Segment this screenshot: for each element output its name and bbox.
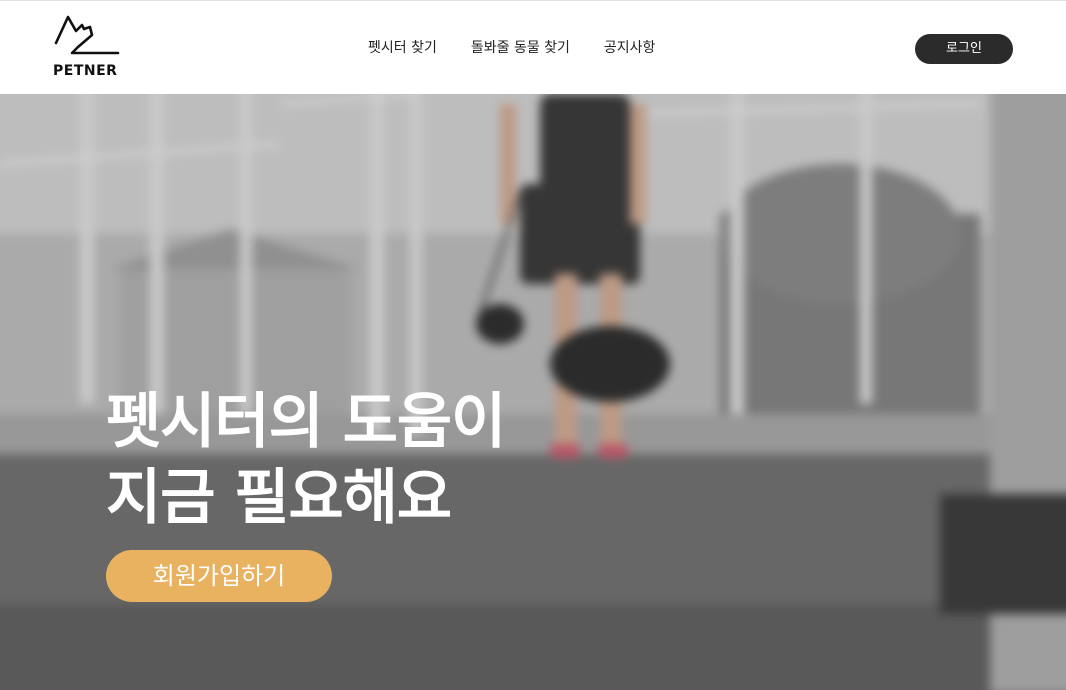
signup-button[interactable]: 회원가입하기 <box>106 550 332 602</box>
nav-find-pets[interactable]: 돌봐줄 동물 찾기 <box>471 39 570 57</box>
nav-notices[interactable]: 공지사항 <box>604 39 656 57</box>
dog-outline-icon <box>54 15 120 55</box>
nav-find-petsitter[interactable]: 펫시터 찾기 <box>368 39 437 57</box>
main-nav: 펫시터 찾기 돌봐줄 동물 찾기 공지사항 <box>368 39 655 57</box>
hero-title: 펫시터의 도움이 지금 필요해요 <box>106 384 506 536</box>
hero-section: 펫시터의 도움이 지금 필요해요 회원가입하기 <box>0 94 1066 690</box>
hero-title-line-2: 지금 필요해요 <box>106 463 452 533</box>
site-header: PETNER 펫시터 찾기 돌봐줄 동물 찾기 공지사항 로그인 <box>0 0 1066 94</box>
login-button[interactable]: 로그인 <box>915 34 1013 64</box>
logo[interactable]: PETNER <box>52 13 124 81</box>
hero-title-line-1: 펫시터의 도움이 <box>106 387 506 457</box>
brand-name: PETNER <box>53 63 118 79</box>
